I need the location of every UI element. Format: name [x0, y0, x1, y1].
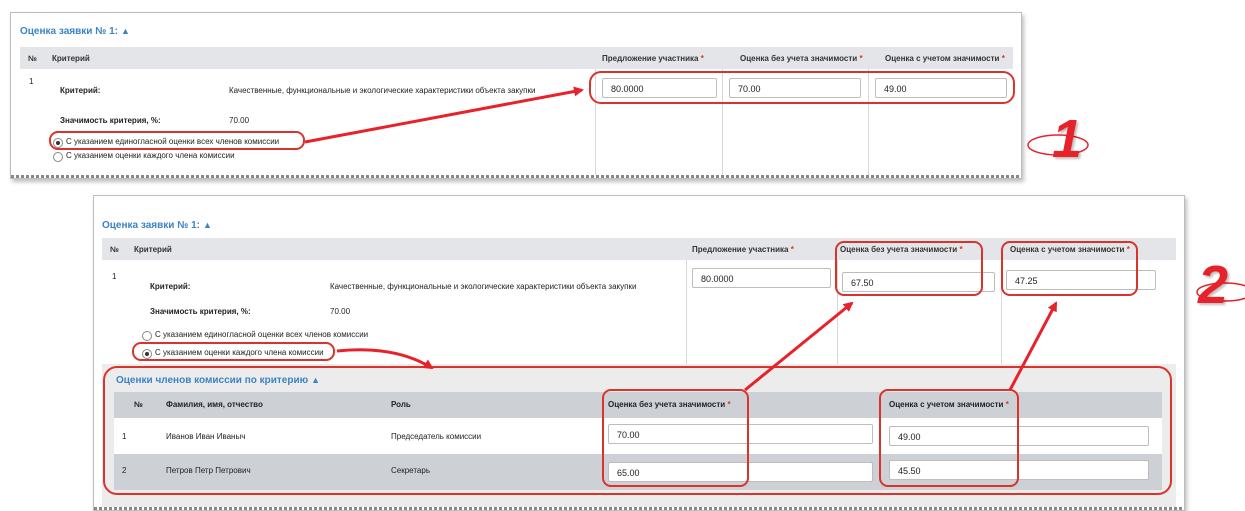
table-header: № Критерий Предложение участника * Оценк…: [20, 47, 1013, 69]
highlight-score-with: [1001, 241, 1138, 296]
offer-input[interactable]: 80.0000: [692, 268, 831, 288]
highlight-member-scores-with: [879, 389, 1019, 487]
weight-label: Значимость критерия, %:: [150, 307, 251, 316]
radio-each-member[interactable]: [53, 152, 63, 162]
highlight-scores: [589, 71, 1015, 104]
section-title: Оценка заявки № 1:: [20, 26, 119, 37]
highlight-radio-unanimous: [49, 131, 305, 150]
radio-each-member-label[interactable]: С указанием оценки каждого члена комисси…: [66, 151, 235, 160]
row-number: 1: [112, 272, 117, 281]
evaluation-panel-each-member: Оценка заявки № 1: ▲ № Критерий Предложен…: [93, 195, 1185, 511]
section-header[interactable]: Оценка заявки № 1: ▲: [20, 26, 130, 37]
section-title: Оценка заявки № 1:: [102, 220, 201, 231]
col-offer: Предложение участника *: [602, 54, 704, 63]
criterion-value: Качественные, функциональные и экологиче…: [229, 86, 536, 95]
highlight-member-scores-without: [602, 389, 749, 487]
highlight-radio-each-member: [132, 342, 335, 361]
callout-number-2: 2: [1198, 255, 1229, 315]
chevron-up-icon[interactable]: ▲: [121, 26, 130, 36]
callout-number-1: 1: [1052, 109, 1083, 169]
evaluation-panel-unanimous: Оценка заявки № 1: ▲ № Критерий Предложен…: [10, 12, 1022, 179]
weight-label: Значимость критерия, %:: [60, 116, 161, 125]
weight-value: 70.00: [330, 307, 351, 316]
column-divider: [686, 260, 687, 364]
chevron-up-icon[interactable]: ▲: [203, 220, 212, 230]
col-number: №: [110, 245, 119, 254]
criterion-value: Качественные, функциональные и экологиче…: [330, 282, 637, 291]
row-number: 1: [29, 77, 34, 86]
weight-value: 70.00: [229, 116, 250, 125]
highlight-score-without: [835, 241, 983, 296]
radio-unanimous[interactable]: [142, 331, 152, 341]
criterion-label: Критерий:: [150, 282, 191, 291]
radio-unanimous-label[interactable]: С указанием единогласной оценки всех чле…: [155, 330, 368, 339]
col-offer: Предложение участника *: [692, 245, 794, 254]
col-number: №: [28, 54, 37, 63]
col-score-without: Оценка без учета значимости *: [740, 54, 863, 63]
col-criterion: Критерий: [52, 54, 90, 63]
col-score-with: Оценка с учетом значимости *: [885, 54, 1005, 63]
col-criterion: Критерий: [134, 245, 172, 254]
section-header[interactable]: Оценка заявки № 1: ▲: [102, 220, 212, 231]
criterion-label: Критерий:: [60, 86, 101, 95]
